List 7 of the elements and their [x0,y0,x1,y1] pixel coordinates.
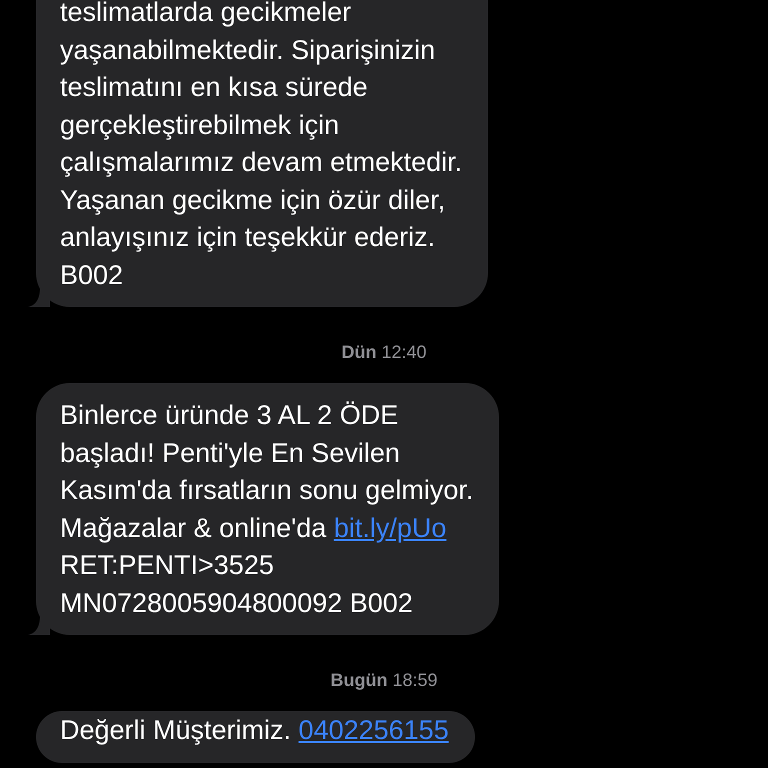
message-timestamp: Dün 12:40 [341,341,427,363]
message-text: Binlerce üründe 3 AL 2 ÖDE başladı! Penti'yle En Sevilen Kasım'da fırsatların sonu gelmiyor. Mağazalar & online'da bit.ly/pUo RET:PENTI>3525 MN0728005904800092 B002 [60,399,474,620]
message-link[interactable]: bit.ly/pUo [334,512,446,542]
message-text: teslimatlarda gecikmeler yaşanabilmektedir. Siparişinizin teslimatını en kısa sürede gerçekleştirebilmek için çalışmalarımız devam etmektedir. Yaşanan gecikme için özür diler, anlayışınız için teşekkür ederiz. B002 [60,0,462,292]
message-link[interactable]: 0402256155 [298,715,449,745]
message-timestamp: Bugün 18:59 [330,669,438,691]
message-text: Değerli Müşterimiz. 0402256155 [60,714,449,747]
